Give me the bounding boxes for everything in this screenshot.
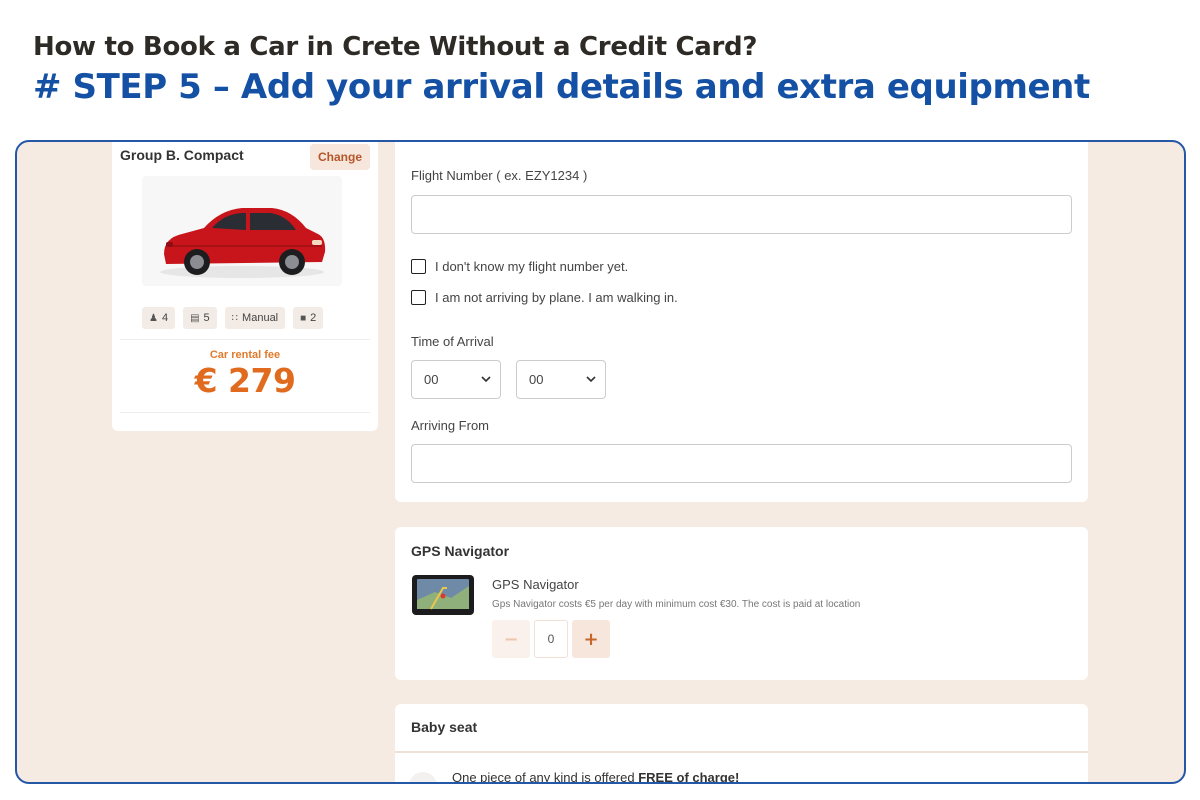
divider bbox=[120, 339, 370, 340]
not-by-plane-option[interactable]: I am not arriving by plane. I am walking… bbox=[411, 290, 678, 305]
spec-doors: ▤ 5 bbox=[183, 307, 217, 329]
baby-seat-icon bbox=[409, 772, 437, 782]
article-title: How to Book a Car in Crete Without a Cre… bbox=[33, 32, 758, 62]
gps-item-description: Gps Navigator costs €5 per day with mini… bbox=[492, 599, 861, 610]
gearbox-icon: ∷ bbox=[231, 312, 239, 324]
spec-seats: ♟ 4 bbox=[142, 307, 176, 329]
unknown-flight-checkbox[interactable] bbox=[411, 259, 426, 274]
screenshot-frame: Group B. Compact Change ♟ 4 ▤ 5 ∷ Manual ■ 2 bbox=[15, 140, 1186, 784]
gps-navigator-panel: GPS Navigator GPS Navigator Gps Navigato… bbox=[395, 527, 1088, 680]
arriving-from-label: Arriving From bbox=[411, 418, 490, 433]
rental-fee-label: Car rental fee bbox=[209, 349, 281, 361]
gps-decrease-button[interactable]: − bbox=[492, 620, 530, 658]
car-icon bbox=[160, 208, 326, 278]
baby-seat-title: Baby seat bbox=[411, 719, 478, 735]
chevron-down-icon bbox=[586, 376, 596, 383]
arrival-details-panel: Flight Number ( ex. EZY1234 ) I don't kn… bbox=[395, 142, 1088, 502]
baby-seat-note: One piece of any kind is offered FREE of… bbox=[452, 770, 740, 784]
arrival-hour-select[interactable]: 00 bbox=[411, 360, 501, 399]
spec-transmission: ∷ Manual bbox=[224, 307, 286, 329]
time-of-arrival-label: Time of Arrival bbox=[411, 334, 494, 349]
flight-number-label: Flight Number ( ex. EZY1234 ) bbox=[411, 168, 588, 183]
divider bbox=[120, 412, 370, 413]
gps-quantity-stepper: − 0 + bbox=[492, 620, 610, 658]
flight-number-input[interactable] bbox=[411, 195, 1072, 234]
gps-item-name: GPS Navigator bbox=[492, 577, 579, 592]
gps-quantity-value: 0 bbox=[534, 620, 568, 658]
not-by-plane-checkbox[interactable] bbox=[411, 290, 426, 305]
step-title: # STEP 5 – Add your arrival details and … bbox=[33, 67, 1090, 107]
unknown-flight-label: I don't know my flight number yet. bbox=[435, 259, 629, 274]
baby-seat-panel: Baby seat One piece of any kind is offer… bbox=[395, 704, 1088, 784]
luggage-icon: ■ bbox=[300, 312, 307, 324]
gps-increase-button[interactable]: + bbox=[572, 620, 610, 658]
unknown-flight-option[interactable]: I don't know my flight number yet. bbox=[411, 259, 628, 274]
door-icon: ▤ bbox=[190, 312, 200, 324]
rental-fee-value: € 279 bbox=[194, 361, 296, 400]
gps-device-icon bbox=[412, 575, 474, 615]
car-group-name: Group B. Compact bbox=[120, 147, 244, 163]
arriving-from-input[interactable] bbox=[411, 444, 1072, 483]
chevron-down-icon bbox=[481, 376, 491, 383]
not-by-plane-label: I am not arriving by plane. I am walking… bbox=[435, 290, 678, 305]
arrival-minute-select[interactable]: 00 bbox=[516, 360, 606, 399]
car-summary-card: Group B. Compact Change ♟ 4 ▤ 5 ∷ Manual ■ 2 bbox=[112, 142, 378, 431]
person-icon: ♟ bbox=[149, 312, 158, 324]
change-car-button[interactable]: Change bbox=[310, 144, 370, 170]
article-heading: How to Book a Car in Crete Without a Cre… bbox=[33, 30, 1090, 108]
car-specs: ♟ 4 ▤ 5 ∷ Manual ■ 2 bbox=[142, 307, 324, 329]
divider bbox=[395, 751, 1088, 753]
spec-bags: ■ 2 bbox=[293, 307, 324, 329]
gps-section-title: GPS Navigator bbox=[411, 543, 510, 559]
car-image bbox=[142, 176, 342, 286]
